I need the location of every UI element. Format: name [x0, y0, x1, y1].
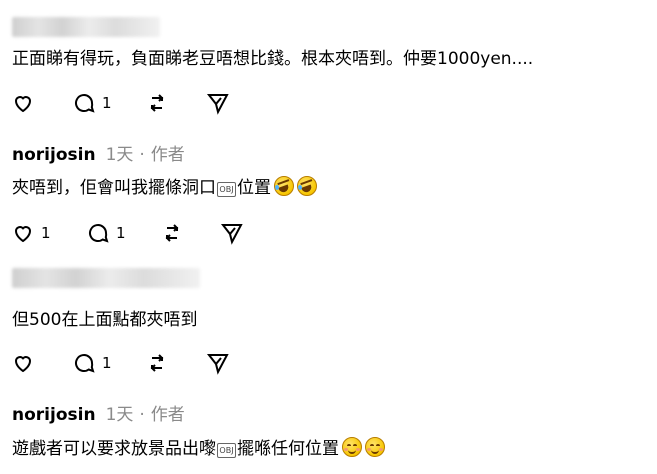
comment-icon — [75, 354, 95, 373]
repost-icon — [150, 94, 164, 112]
comment-text: 遊戲者可以要求放景品出嚟 OBJ 擺喺任何位置 — [12, 434, 385, 459]
heart-icon — [14, 356, 32, 373]
comment-text-part: 遊戲者可以要求放景品出嚟 — [12, 439, 216, 459]
comment-header: norijosin 1天 · 作者 — [12, 140, 185, 165]
heart-icon — [14, 226, 32, 243]
repost-icon — [165, 224, 179, 242]
smiling-blush-emoji — [365, 437, 385, 457]
timestamp: 1天 — [105, 405, 134, 425]
like-button[interactable] — [11, 88, 41, 118]
timestamp: 1天 — [105, 145, 134, 165]
comment-icon — [89, 224, 109, 243]
share-button[interactable] — [220, 218, 244, 248]
author-username[interactable]: norijosin — [12, 145, 96, 165]
unknown-glyph: OBJ — [217, 182, 236, 197]
blurred-username — [12, 17, 160, 37]
comment-actions: 1 — [0, 348, 657, 378]
separator: · — [139, 405, 145, 425]
smiling-blush-emoji — [342, 437, 362, 457]
reply-button[interactable]: 1 — [86, 218, 126, 248]
send-icon — [220, 224, 243, 245]
heart-icon — [14, 96, 32, 113]
reply-count: 1 — [102, 94, 112, 112]
repost-button[interactable] — [145, 348, 169, 378]
repost-button[interactable] — [160, 218, 184, 248]
comment-header: norijosin 1天 · 作者 — [12, 400, 185, 425]
send-icon — [206, 354, 229, 375]
author-badge: 作者 — [150, 145, 185, 165]
like-count: 1 — [41, 224, 51, 242]
rolling-laughing-emoji — [297, 176, 317, 196]
author-username[interactable]: norijosin — [12, 405, 96, 425]
separator: · — [139, 145, 145, 165]
comment-text: 但500在上面點都夾唔到 — [12, 310, 198, 330]
blurred-username — [12, 268, 200, 288]
comment-icon — [75, 94, 95, 113]
share-button[interactable] — [206, 88, 230, 118]
reply-count: 1 — [102, 354, 112, 372]
comment-text: 正面睇有得玩，負面睇老豆唔想比錢。根本夾唔到。仲要1000yen.... — [12, 49, 534, 69]
author-badge: 作者 — [150, 405, 185, 425]
reply-count: 1 — [116, 224, 126, 242]
share-button[interactable] — [206, 348, 230, 378]
comment-actions: 1 1 — [0, 218, 657, 248]
send-icon — [206, 94, 229, 115]
comment-text-part: 擺喺任何位置 — [237, 439, 339, 459]
reply-button[interactable]: 1 — [72, 348, 112, 378]
comment-actions: 1 — [0, 88, 657, 118]
rolling-laughing-emoji — [274, 176, 294, 196]
reply-button[interactable]: 1 — [72, 88, 112, 118]
repost-icon — [150, 354, 164, 372]
repost-button[interactable] — [145, 88, 169, 118]
comment-text-part: 位置 — [237, 178, 271, 198]
comment-text: 夾唔到，佢會叫我擺條洞口 OBJ 位置 — [12, 173, 317, 198]
comment-text-part: 夾唔到，佢會叫我擺條洞口 — [12, 178, 216, 198]
like-button[interactable] — [11, 348, 41, 378]
like-button[interactable]: 1 — [11, 218, 51, 248]
unknown-glyph: OBJ — [217, 443, 236, 458]
